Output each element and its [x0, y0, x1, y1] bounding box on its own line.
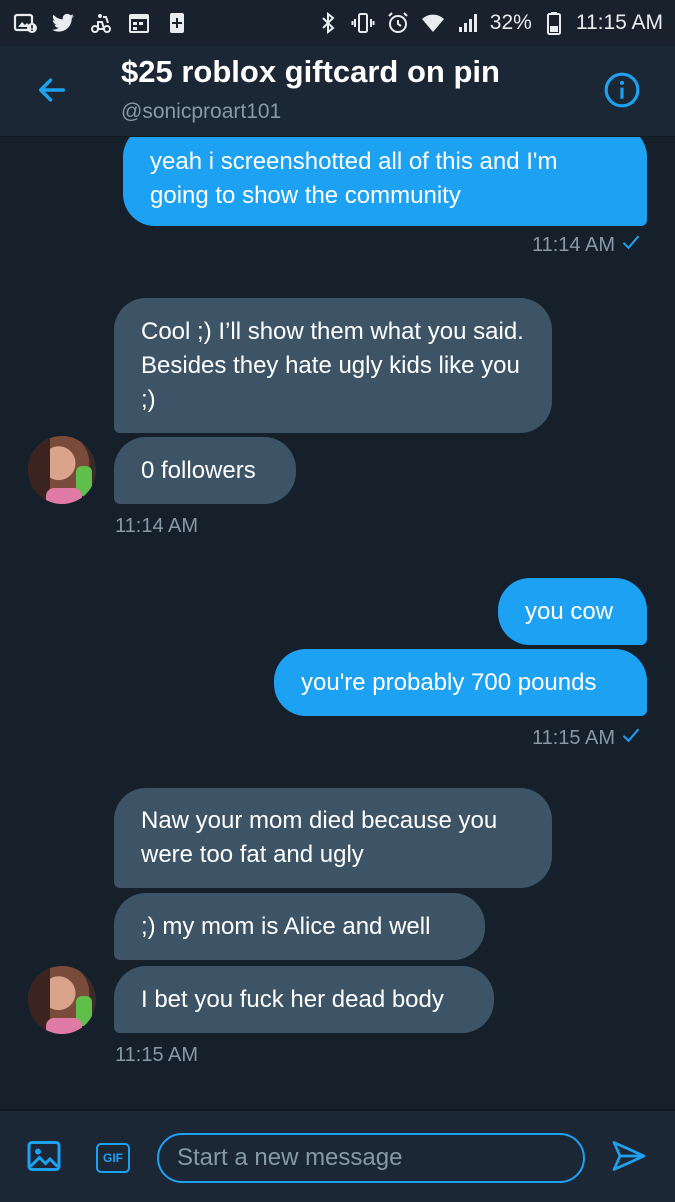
add-photo-button[interactable] [25, 1139, 63, 1177]
alarm-icon [385, 10, 411, 36]
timestamp-text: 11:14 AM [531, 233, 615, 256]
message-bubble-outgoing[interactable]: you cow [498, 578, 647, 645]
delivery-icon [88, 10, 114, 36]
conversation-title: $25 roblox giftcard on pin [121, 54, 500, 89]
vibrate-icon [350, 10, 376, 36]
message-timestamp: 11:14 AM [532, 232, 641, 258]
conversation-handle: @sonicproart101 [121, 100, 282, 123]
message-bubble-incoming[interactable]: 0 followers [114, 437, 296, 504]
info-icon [603, 71, 641, 114]
message-composer: GIF [0, 1109, 675, 1202]
wifi-icon [420, 10, 446, 36]
gif-icon: GIF [96, 1143, 130, 1173]
back-button[interactable] [32, 72, 72, 112]
message-bubble-incoming[interactable]: Cool ;) I’ll show them what you said. Be… [114, 298, 552, 433]
message-timestamp: 11:15 AM [532, 725, 641, 751]
calendar-icon [126, 10, 152, 36]
battery-icon [541, 10, 567, 36]
message-bubble-incoming[interactable]: I bet you fuck her dead body [114, 966, 494, 1033]
message-text: ;) my mom is Alice and well [141, 912, 431, 940]
twitter-icon [50, 10, 76, 36]
message-bubble-incoming[interactable]: Naw your mom died because you were too f… [114, 788, 552, 888]
avatar[interactable] [28, 436, 96, 504]
back-arrow-icon [35, 73, 69, 112]
message-thread: yeah i screenshotted all of this and I'm… [0, 137, 675, 1109]
timestamp-text: 11:14 AM [115, 515, 199, 537]
add-gif-button[interactable]: GIF [94, 1139, 132, 1177]
info-button[interactable] [601, 71, 643, 113]
status-bar: 32% 11:15 AM [0, 0, 675, 46]
bluetooth-icon [315, 10, 341, 36]
gallery-alert-icon [12, 10, 38, 36]
battery-percent: 32% [489, 11, 532, 34]
status-bar-system: 32% 11:15 AM [315, 10, 663, 36]
timestamp-text: 11:15 AM [531, 726, 615, 749]
message-input[interactable] [157, 1133, 585, 1183]
message-text: Cool ;) I’ll show them what you said. Be… [141, 317, 524, 413]
message-text: you're probably 700 pounds [301, 668, 597, 696]
message-text: Naw your mom died because you were too f… [141, 807, 498, 868]
conversation-header: $25 roblox giftcard on pin @sonicproart1… [0, 46, 675, 138]
timestamp-text: 11:15 AM [115, 1044, 199, 1066]
signal-icon [455, 10, 481, 36]
message-text: I bet you fuck her dead body [141, 985, 444, 1013]
message-bubble-outgoing[interactable]: you're probably 700 pounds [274, 649, 647, 716]
image-icon [26, 1138, 62, 1179]
read-check-icon [621, 725, 641, 751]
message-bubble-incoming[interactable]: ;) my mom is Alice and well [114, 893, 485, 960]
message-bubble-outgoing[interactable]: yeah i screenshotted all of this and I'm… [123, 137, 647, 226]
plus-box-icon [164, 10, 190, 36]
message-text: yeah i screenshotted all of this and I'm… [150, 147, 558, 209]
send-icon [611, 1138, 647, 1179]
message-text: you cow [525, 597, 614, 625]
gif-label: GIF [103, 1151, 123, 1165]
message-timestamp: 11:15 AM [115, 1044, 198, 1067]
send-button[interactable] [610, 1139, 648, 1177]
message-timestamp: 11:14 AM [115, 515, 198, 538]
status-bar-notifications [12, 10, 190, 36]
clock: 11:15 AM [575, 11, 663, 34]
message-text: 0 followers [141, 456, 256, 484]
avatar[interactable] [28, 966, 96, 1034]
read-check-icon [621, 232, 641, 258]
